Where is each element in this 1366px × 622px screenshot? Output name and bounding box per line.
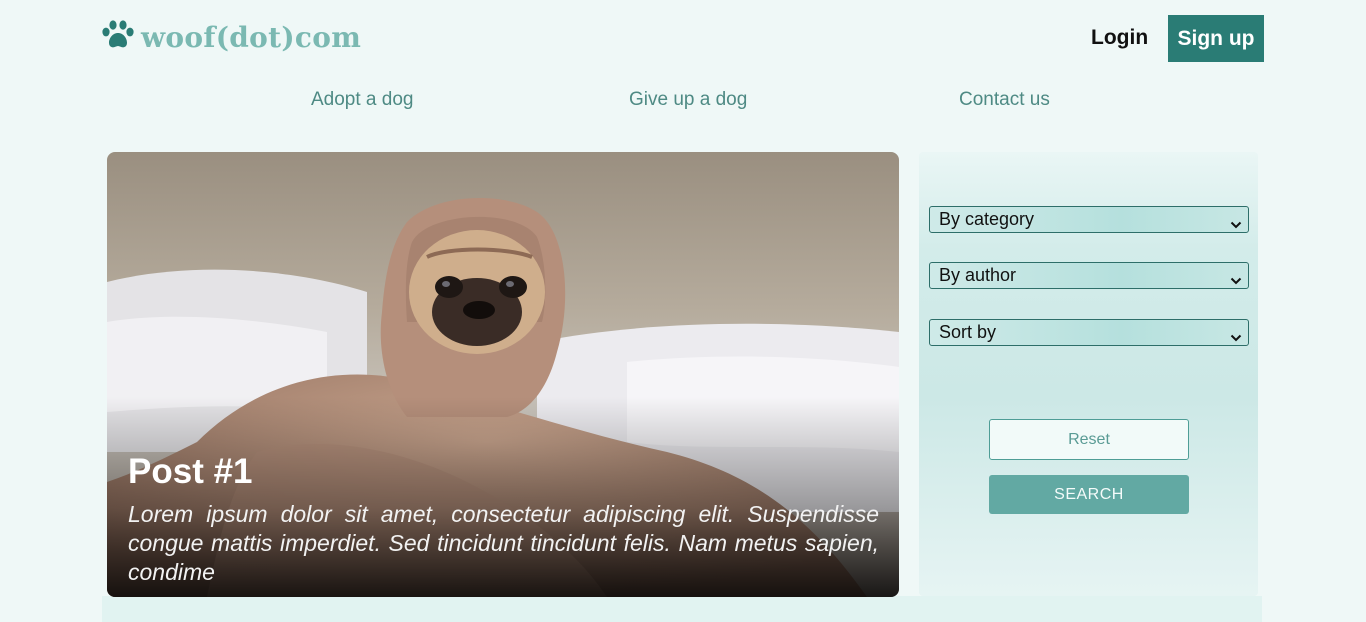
signup-button[interactable]: Sign up (1168, 15, 1264, 62)
reset-button[interactable]: Reset (989, 419, 1189, 460)
nav-contact-us[interactable]: Contact us (959, 89, 1050, 111)
sort-select-value: Sort by (939, 322, 997, 342)
nav-adopt-a-dog[interactable]: Adopt a dog (311, 89, 413, 111)
site-logo[interactable]: woof(dot)com (101, 20, 361, 55)
sort-select[interactable]: Sort by (929, 319, 1249, 346)
filter-panel: By category By author Sort by Reset SEAR… (919, 152, 1258, 596)
category-select[interactable]: By category (929, 206, 1249, 233)
login-link[interactable]: Login (1091, 26, 1148, 50)
chevron-down-icon (1230, 214, 1242, 235)
logo-text: woof(dot)com (141, 21, 362, 54)
nav-give-up-a-dog[interactable]: Give up a dog (629, 89, 747, 111)
paw-icon (101, 20, 135, 55)
post-excerpt: Lorem ipsum dolor sit amet, consectetur … (128, 501, 879, 585)
content-background (102, 596, 1262, 622)
category-select-value: By category (939, 209, 1035, 229)
featured-post-card[interactable]: Post #1 Lorem ipsum dolor sit amet, cons… (107, 152, 899, 597)
author-select-value: By author (939, 265, 1017, 285)
search-button[interactable]: SEARCH (989, 475, 1189, 514)
author-select[interactable]: By author (929, 262, 1249, 289)
post-title[interactable]: Post #1 (128, 452, 253, 492)
chevron-down-icon (1230, 327, 1242, 348)
chevron-down-icon (1230, 270, 1242, 291)
